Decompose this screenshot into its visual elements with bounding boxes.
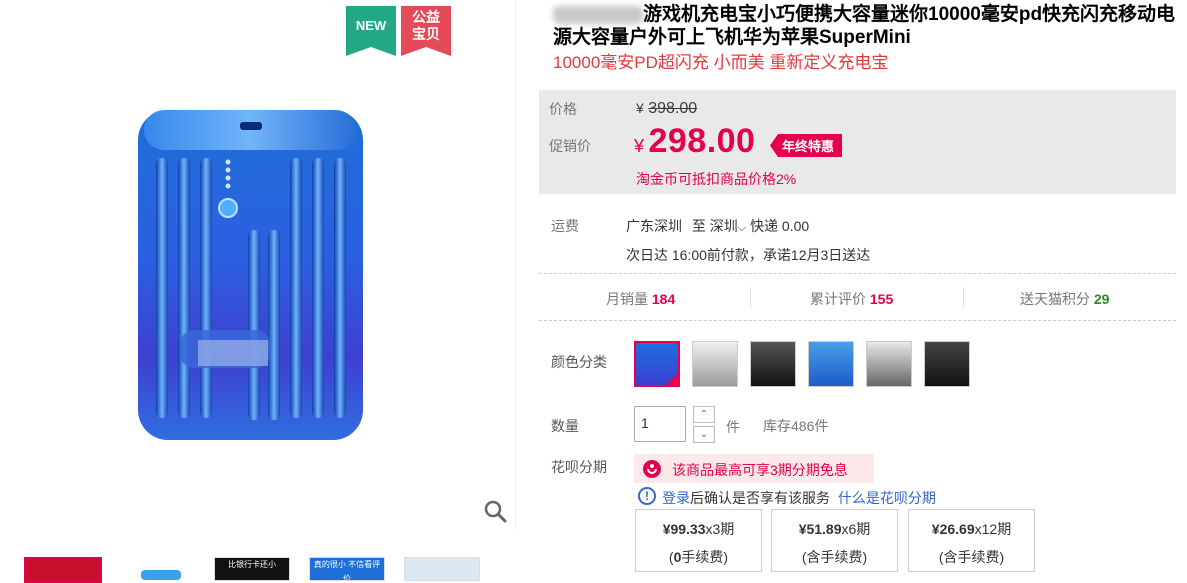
product-title: 游戏机充电宝小巧便携大容量迷你10000毫安pd快充闪充移动电源大容量户外可上飞… [553, 3, 1183, 49]
divider-1 [539, 273, 1176, 275]
delivery-note: 次日达 16:00前付款，承诺12月3日送达 [626, 247, 871, 263]
installment-plan-price: ¥26.69 [931, 521, 975, 537]
installment-plan-fee-text: 含手续费 [806, 549, 863, 565]
stat-separator [963, 287, 964, 307]
installment-plan-fee: (含手续费) [938, 549, 1005, 565]
shipping-from: 广东深圳 [626, 218, 682, 234]
promo-tag: 年终特惠 [770, 134, 843, 157]
huabei-logo-icon [643, 460, 661, 478]
stock-text: 库存486件 [763, 418, 829, 434]
color-swatch-blue-set[interactable] [808, 341, 854, 387]
shipping-label: 运费 [551, 218, 579, 234]
shipping-route: 广东深圳 至 深圳⌵ 快递 0.00 [626, 216, 809, 236]
shipping-to-word: 至 [691, 218, 706, 234]
what-is-huabei-link[interactable]: 什么是花呗分期 [838, 490, 936, 506]
installment-plan-amount: ¥26.69x12期 [909, 519, 1034, 539]
installment-plan-amount: ¥99.33x3期 [636, 519, 761, 539]
thumbnail-1[interactable] [24, 557, 102, 583]
main-product-image[interactable] [130, 100, 370, 445]
installment-plan-fee: (含手续费) [801, 549, 868, 565]
price-label: 价格 [549, 101, 577, 117]
installment-plan-periods: x3期 [705, 521, 735, 537]
stat-reviews[interactable]: 累计评价 155 [810, 289, 893, 309]
product-title-text: 游戏机充电宝小巧便携大容量迷你10000毫安pd快充闪充移动电源大容量户外可上飞… [553, 4, 1176, 48]
color-swatch-black[interactable] [750, 341, 796, 387]
installment-plan-periods: x12期 [974, 521, 1012, 537]
stat-monthly-sales-value: 184 [651, 291, 676, 307]
installment-label: 花呗分期 [551, 459, 607, 475]
color-swatch-blue[interactable] [634, 341, 680, 387]
redacted-brand [553, 5, 643, 24]
product-gallery: NEW 公益 宝贝 [0, 0, 516, 530]
installment-plan-fee-text: 手续费 [681, 549, 724, 565]
login-link[interactable]: 登录 [662, 490, 690, 506]
installment-plan-periods: x6期 [841, 521, 871, 537]
old-price: ¥ 398.00 [636, 100, 697, 118]
thumbnail-2[interactable] [120, 557, 196, 581]
thumbnail-3[interactable]: 比银行卡还小 [214, 557, 290, 581]
stat-monthly-sales-label: 月销量 [606, 291, 648, 307]
installment-tip-text: 该商品最高可享3期分期免息 [672, 462, 848, 478]
shipping-destination-select[interactable]: 深圳⌵ [710, 218, 746, 234]
zoom-icon[interactable] [482, 498, 508, 524]
quantity-label: 数量 [551, 418, 579, 434]
installment-plan-12[interactable]: ¥26.69x12期 (含手续费) [908, 509, 1035, 572]
stat-reviews-label: 累计评价 [810, 291, 866, 307]
color-swatch-silver-set[interactable] [866, 341, 912, 387]
quantity-unit: 件 [726, 419, 740, 435]
product-subtitle: 10000毫安PD超闪充 小而美 重新定义充电宝 [553, 53, 889, 72]
quantity-input[interactable]: 1 [634, 406, 686, 442]
stat-points-value: 29 [1093, 291, 1110, 307]
promo-price-value: 298.00 [648, 122, 756, 160]
color-swatch-silver[interactable] [692, 341, 738, 387]
stat-points-label: 送天猫积分 [1020, 291, 1090, 307]
thumbnail-strip: 比银行卡还小 真的很小 不信看评价 [0, 555, 515, 583]
installment-plan-fee-text: 含手续费 [943, 549, 1000, 565]
installment-plan-6[interactable]: ¥51.89x6期 (含手续费) [771, 509, 898, 572]
charity-badge: 公益 宝贝 [401, 6, 451, 56]
new-badge: NEW [346, 6, 396, 56]
old-price-currency: ¥ [636, 100, 644, 116]
stat-reviews-value: 155 [869, 291, 894, 307]
promo-price: ¥ 298.00 [634, 122, 755, 161]
charity-badge-line2: 宝贝 [412, 26, 440, 42]
shipping-destination: 深圳 [709, 218, 738, 234]
installment-plan-3[interactable]: ¥99.33x3期 (0手续费) [635, 509, 762, 572]
login-hint-text: 后确认是否享有该服务 [690, 490, 830, 506]
thumbnail-4-text: 真的很小 不信看评价 [313, 560, 381, 581]
quantity-decrease-button[interactable]: ⌄ [693, 426, 715, 443]
chevron-down-icon: ⌵ [737, 222, 747, 234]
selected-corner-icon [666, 373, 678, 385]
color-label: 颜色分类 [551, 354, 607, 370]
thumbnail-4[interactable]: 真的很小 不信看评价 [309, 557, 385, 581]
stat-points: 送天猫积分 29 [1020, 289, 1109, 309]
shipping-method: 快递 0.00 [750, 218, 810, 234]
info-icon: ! [638, 487, 656, 505]
promo-price-label: 促销价 [549, 138, 591, 154]
quantity-increase-button[interactable]: ⌃ [693, 406, 715, 423]
divider-2 [539, 320, 1176, 322]
coin-deduction-note: 淘金币可抵扣商品价格2% [636, 171, 797, 187]
promo-price-currency: ¥ [634, 136, 645, 156]
stat-separator [750, 287, 751, 307]
login-hint: 登录后确认是否享有该服务 什么是花呗分期 [662, 488, 936, 508]
old-price-value: 398.00 [648, 100, 698, 117]
thumbnail-5[interactable] [404, 557, 480, 581]
installment-plan-price: ¥99.33 [662, 521, 706, 537]
installment-plan-amount: ¥51.89x6期 [772, 519, 897, 539]
charity-badge-line1: 公益 [412, 9, 440, 25]
installment-plan-fee: (0手续费) [668, 549, 729, 565]
color-swatch-black-set[interactable] [924, 341, 970, 387]
installment-plan-price: ¥51.89 [798, 521, 842, 537]
installment-tip-box: 该商品最高可享3期分期免息 [634, 454, 874, 483]
stat-monthly-sales: 月销量 184 [606, 289, 675, 309]
thumbnail-3-text: 比银行卡还小 [228, 560, 276, 569]
